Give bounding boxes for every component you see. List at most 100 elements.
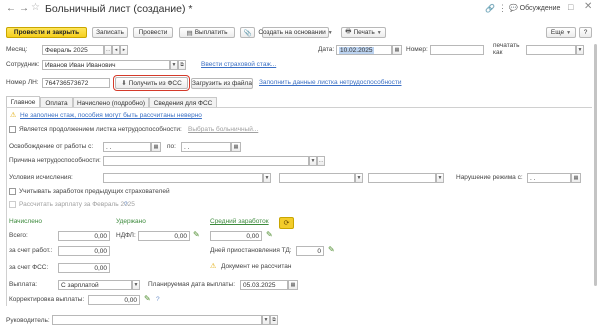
date-label: Дата: — [318, 46, 335, 53]
nav-back-icon[interactable]: ← — [6, 3, 16, 14]
more-menu-icon[interactable]: ⋮ — [498, 3, 507, 14]
cause-input[interactable] — [103, 156, 309, 166]
fss-download-icon: ⬇ — [121, 80, 127, 87]
withheld-header: Удержано — [116, 218, 146, 225]
ndfl-input[interactable]: 0,00 — [138, 231, 190, 241]
avg-edit-pencil-icon[interactable]: ✎ — [266, 230, 273, 239]
post-button[interactable]: Провести — [133, 27, 173, 38]
release-to-calendar[interactable]: ▦ — [231, 142, 241, 152]
planned-date-label: Планируемая дата выплаты: — [148, 281, 235, 288]
violation-input[interactable]: . . — [527, 173, 571, 183]
calendar-button[interactable]: ▦ — [392, 45, 402, 55]
create-based-label: Создать на основании — [258, 29, 326, 36]
calc-salary-checkbox[interactable] — [9, 201, 16, 208]
conditions-input-2[interactable] — [279, 173, 355, 183]
payment-label: Выплата: — [9, 281, 38, 288]
conditions-dropdown-3[interactable]: ▼ — [436, 173, 444, 183]
attach-button[interactable]: 📎 — [240, 27, 255, 38]
release-to-label: по: — [167, 143, 176, 150]
manager-input[interactable] — [52, 315, 262, 325]
month-next-button[interactable]: ▸ — [120, 45, 128, 55]
average-earnings-link[interactable]: Средний заработок — [210, 218, 269, 225]
link-icon[interactable]: 🔗 — [485, 4, 495, 13]
create-based-button[interactable]: Создать на основании ▼ — [258, 27, 333, 38]
discussion-label: Обсуждение — [519, 5, 561, 12]
cause-select-button[interactable]: … — [317, 156, 325, 166]
planned-date-input[interactable]: 05.03.2025 — [240, 280, 288, 290]
recalculate-button[interactable]: ⟳ — [279, 217, 294, 229]
release-from-input[interactable]: . . — [103, 142, 151, 152]
release-label: Освобождение от работы с: — [9, 143, 94, 150]
more-button[interactable]: Еще ▼ — [546, 27, 576, 38]
release-from-calendar[interactable]: ▦ — [151, 142, 161, 152]
suspension-input[interactable]: 0 — [296, 246, 324, 256]
insurance-warning-link[interactable]: Не заполнен стаж, пособия могут быть рас… — [20, 112, 202, 119]
window-title: Больничный лист (создание) * — [45, 3, 193, 15]
help-button[interactable]: ? — [579, 27, 592, 38]
maximize-icon[interactable]: □ — [568, 2, 573, 12]
manager-dropdown[interactable]: ▼ — [262, 315, 270, 325]
sick-number-input[interactable]: 764736573672 — [42, 78, 110, 88]
correction-edit-pencil-icon[interactable]: ✎ — [144, 294, 151, 303]
month-prev-button[interactable]: ◂ — [112, 45, 120, 55]
get-fss-label: Получить из ФСС — [128, 79, 182, 87]
manager-label: Руководитель: — [6, 317, 50, 324]
scrollbar[interactable] — [593, 42, 598, 306]
post-and-close-button[interactable]: Провести и закрыть — [6, 27, 87, 38]
consider-previous-checkbox[interactable] — [9, 188, 16, 195]
conditions-input-3[interactable] — [368, 173, 436, 183]
employer-input[interactable]: 0,00 — [58, 246, 110, 256]
cause-dropdown[interactable]: ▼ — [309, 156, 317, 166]
consider-previous-label: Учитывать заработок предыдущих страховат… — [19, 188, 170, 195]
paperclip-icon: 📎 — [243, 29, 252, 37]
month-input[interactable]: Февраль 2025 — [42, 45, 104, 55]
fss-label: за счет ФСС: — [9, 264, 49, 271]
pay-button[interactable]: ▤ Выплатить — [179, 27, 235, 38]
accrued-header: Начислено — [9, 218, 43, 225]
scrollbar-thumb[interactable] — [594, 44, 597, 286]
close-icon[interactable]: ✕ — [584, 1, 592, 12]
violation-calendar[interactable]: ▦ — [571, 173, 581, 183]
employee-input[interactable]: Иванов Иван Иванович — [42, 60, 170, 70]
choose-sick-link[interactable]: Выбрать больничный... — [188, 126, 258, 133]
avg-earnings-input[interactable]: 0,00 — [210, 231, 262, 241]
month-picker-button[interactable]: … — [104, 45, 112, 55]
ndfl-edit-pencil-icon[interactable]: ✎ — [193, 230, 200, 239]
load-file-button[interactable]: Загрузить из файла — [191, 78, 253, 89]
fill-data-link[interactable]: Заполнить данные листка нетрудоспособнос… — [259, 79, 402, 86]
pay-label: Выплатить — [194, 29, 228, 36]
sick-number-label: Номер ЛН: — [6, 79, 39, 86]
total-input[interactable]: 0,00 — [58, 231, 110, 241]
discussion-button[interactable]: 💬 Обсуждение — [509, 4, 560, 12]
print-as-dropdown[interactable]: ▼ — [576, 45, 584, 55]
number-label: Номер: — [406, 46, 428, 53]
employee-open-button[interactable]: ⧉ — [178, 60, 186, 70]
enter-insurance-link[interactable]: Ввести страховой стаж... — [201, 61, 276, 68]
date-input[interactable]: 10.02.2025 — [336, 45, 392, 55]
conditions-input-1[interactable] — [103, 173, 263, 183]
planned-date-calendar[interactable]: ▦ — [288, 280, 298, 290]
manager-open-button[interactable]: ⧉ — [270, 315, 278, 325]
suspension-edit-pencil-icon[interactable]: ✎ — [328, 245, 335, 254]
correction-help-icon[interactable]: ? — [156, 296, 160, 303]
payment-input[interactable]: С зарплатой — [58, 280, 132, 290]
correction-label: Корректировка выплаты: — [9, 296, 85, 303]
conditions-dropdown-1[interactable]: ▼ — [263, 173, 271, 183]
calc-salary-label: Рассчитать зарплату за Февраль 2025 — [19, 201, 135, 208]
conditions-dropdown-2[interactable]: ▼ — [355, 173, 363, 183]
save-button[interactable]: Записать — [92, 27, 128, 38]
get-fss-button[interactable]: ⬇ Получить из ФСС — [113, 75, 190, 91]
calc-salary-help-icon[interactable]: ? — [124, 201, 128, 208]
print-button[interactable]: 🖶 Печать ▼ — [341, 27, 386, 38]
favorite-star-icon[interactable]: ☆ — [31, 2, 40, 13]
release-to-input[interactable]: . . — [181, 142, 231, 152]
payment-dropdown[interactable]: ▼ — [132, 280, 140, 290]
date-value: 10.02.2025 — [339, 46, 374, 54]
print-as-input[interactable] — [526, 45, 576, 55]
fss-input[interactable]: 0,00 — [58, 263, 110, 273]
employee-dropdown[interactable]: ▼ — [170, 60, 178, 70]
number-input[interactable] — [430, 45, 484, 55]
nav-forward-icon[interactable]: → — [19, 3, 29, 14]
correction-input[interactable]: 0,00 — [88, 295, 140, 305]
continuation-checkbox[interactable] — [9, 126, 16, 133]
